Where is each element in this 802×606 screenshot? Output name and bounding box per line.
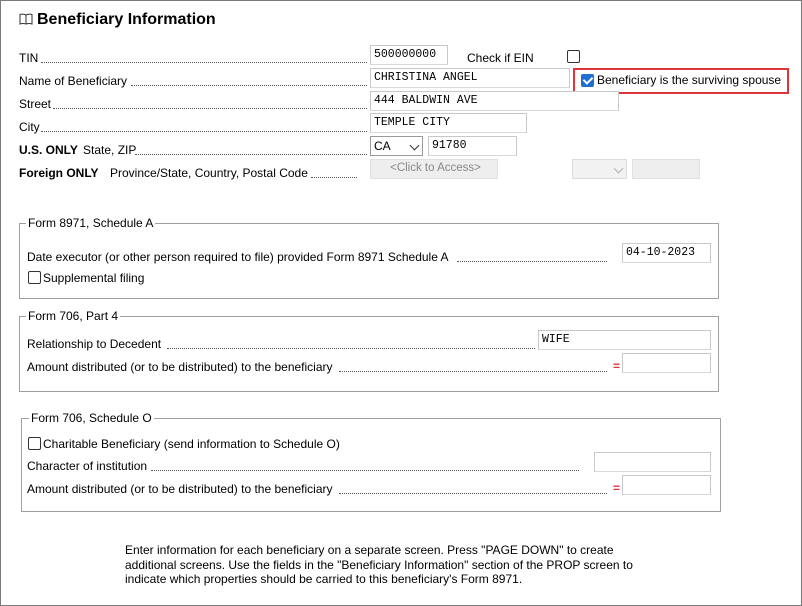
supplemental-checkbox[interactable] <box>28 271 41 284</box>
state-zip-label: State, ZIP <box>83 143 137 157</box>
foreign-only-label: Foreign ONLY <box>19 166 99 180</box>
tin-leader <box>41 62 367 63</box>
character-label: Character of institution <box>27 459 148 473</box>
street-input[interactable]: 444 BALDWIN AVE <box>370 91 619 111</box>
character-input[interactable] <box>594 452 711 472</box>
date-provided-label: Date executor (or other person required … <box>27 250 449 264</box>
name-leader <box>131 85 367 86</box>
us-only-label: U.S. ONLY <box>19 143 78 157</box>
street-leader <box>53 108 367 109</box>
relationship-label: Relationship to Decedent <box>27 337 162 351</box>
charitable-label[interactable]: Charitable Beneficiary (send information… <box>43 437 340 451</box>
foreign-address-label: Province/State, Country, Postal Code <box>110 166 308 180</box>
schedule-o-amount-input[interactable] <box>622 475 711 495</box>
surviving-spouse-label[interactable]: Beneficiary is the surviving spouse <box>597 73 781 87</box>
state-select-value: CA <box>374 139 391 153</box>
instructions-note: Enter information for each beneficiary o… <box>125 543 633 586</box>
part4-amount-marker: = <box>613 359 621 373</box>
name-input[interactable]: CHRISTINA ANGEL <box>370 68 570 88</box>
charitable-checkbox[interactable] <box>28 437 41 450</box>
schedule-o-amount-leader <box>339 493 607 494</box>
name-label: Name of Beneficiary <box>19 74 128 88</box>
chevron-down-icon <box>613 163 624 174</box>
form-706-part4-group <box>19 316 719 392</box>
character-leader <box>151 470 579 471</box>
state-zip-leader <box>135 154 367 155</box>
date-provided-input[interactable]: 04-10-2023 <box>622 243 711 263</box>
form-706-schedule-o-title: Form 706, Schedule O <box>29 411 154 425</box>
relationship-leader <box>167 348 535 349</box>
part4-amount-input[interactable] <box>622 353 711 373</box>
schedule-o-amount-label: Amount distributed (or to be distributed… <box>27 482 333 496</box>
chevron-down-icon <box>409 140 420 151</box>
check-ein-checkbox[interactable] <box>567 50 580 63</box>
state-select[interactable]: CA <box>370 136 423 156</box>
book-icon <box>19 13 33 25</box>
surviving-spouse-checkbox[interactable] <box>581 74 594 87</box>
form-706-part4-title: Form 706, Part 4 <box>26 309 121 323</box>
postal-code-input <box>632 159 700 179</box>
city-label: City <box>19 120 40 134</box>
foreign-leader <box>311 177 357 178</box>
check-ein-label: Check if EIN <box>467 51 534 65</box>
city-input[interactable]: TEMPLE CITY <box>370 113 527 133</box>
page-title: Beneficiary Information <box>19 11 216 29</box>
beneficiary-form: Beneficiary Information TIN 500000000 Ch… <box>0 0 802 606</box>
relationship-input[interactable]: WIFE <box>538 330 711 350</box>
street-label: Street <box>19 97 52 111</box>
part4-amount-leader <box>339 371 607 372</box>
form-8971-title: Form 8971, Schedule A <box>26 216 156 230</box>
page-title-text: Beneficiary Information <box>37 11 216 28</box>
supplemental-label[interactable]: Supplemental filing <box>43 271 144 285</box>
date-provided-leader <box>457 261 607 262</box>
country-select <box>572 159 627 179</box>
schedule-o-amount-marker: = <box>613 481 621 495</box>
tin-label: TIN <box>19 51 39 65</box>
foreign-access-button[interactable]: <Click to Access> <box>370 159 498 179</box>
part4-amount-label: Amount distributed (or to be distributed… <box>27 360 333 374</box>
tin-input[interactable]: 500000000 <box>370 45 448 65</box>
city-leader <box>41 131 367 132</box>
zip-input[interactable]: 91780 <box>428 136 517 156</box>
